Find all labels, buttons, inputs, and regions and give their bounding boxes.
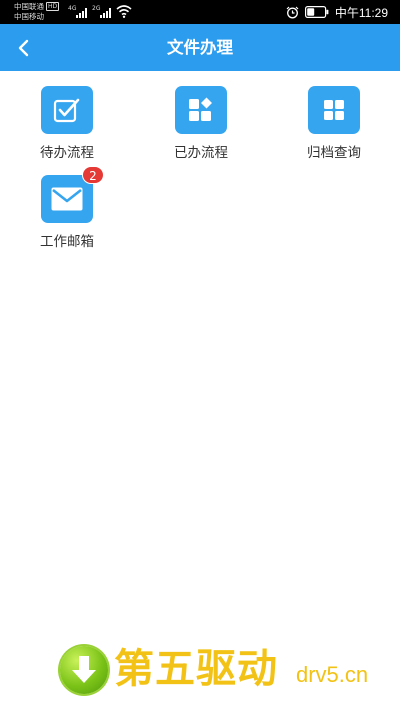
tile-label-done: 已办流程 xyxy=(174,145,228,161)
unread-count-badge: 2 xyxy=(82,166,104,184)
tile-label-pending: 待办流程 xyxy=(40,145,94,161)
tile-label-mailbox: 工作邮箱 xyxy=(40,234,94,250)
tile-work-mailbox[interactable]: 2 工作邮箱 xyxy=(11,166,121,259)
carrier-info: 中国联通 HD 中国移动 xyxy=(14,2,60,22)
battery-icon xyxy=(304,6,329,18)
app-bar: 文件办理 xyxy=(0,24,400,71)
pending-checklist-icon[interactable] xyxy=(41,86,93,134)
tile-archive-query[interactable]: 归档查询 xyxy=(278,86,388,170)
tile-label-archive: 归档查询 xyxy=(307,145,361,161)
wifi-icon xyxy=(116,5,132,18)
alarm-clock-icon xyxy=(286,6,299,18)
tile-pending-process[interactable]: 待办流程 xyxy=(11,86,121,170)
tile-done-process[interactable]: 已办流程 xyxy=(145,86,255,170)
watermark-text-cn: 第五驱动 xyxy=(114,646,278,692)
carrier-2-name: 中国移动 xyxy=(14,12,44,21)
status-right: 中午11:29 xyxy=(286,0,388,24)
status-bar: 中国联通 HD 中国移动 4G 2G 中午11:29 xyxy=(0,0,400,24)
done-tiles-icon[interactable] xyxy=(175,86,227,134)
archive-grid-icon[interactable] xyxy=(308,86,360,134)
signal-2-icon: 2G xyxy=(92,5,112,18)
page-title: 文件办理 xyxy=(167,38,233,57)
download-arrow-icon xyxy=(60,646,108,694)
hd-badge: HD xyxy=(46,2,60,11)
signal-1-icon: 4G xyxy=(68,5,88,18)
carrier-1-name: 中国联通 xyxy=(14,2,44,11)
watermark: 第五驱动 drv5.cn xyxy=(60,640,400,700)
watermark-text-en: drv5.cn xyxy=(296,662,369,687)
clock: 中午11:29 xyxy=(334,5,388,20)
